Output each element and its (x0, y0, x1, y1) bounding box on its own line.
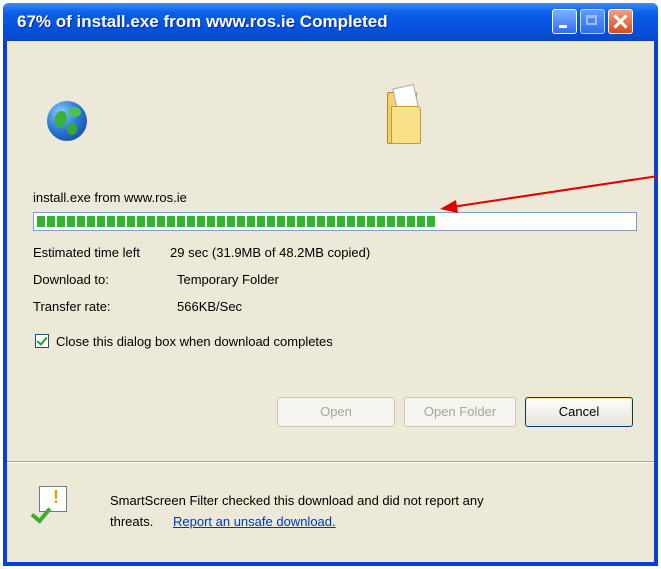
globe-icon (47, 101, 87, 141)
download-dialog-window: 67% of install.exe from www.ros.ie Compl… (3, 3, 658, 566)
title-bar[interactable]: 67% of install.exe from www.ros.ie Compl… (3, 3, 658, 41)
transfer-rate-label: Transfer rate: (33, 299, 111, 314)
download-to-label: Download to: (33, 272, 109, 287)
cancel-button[interactable]: Cancel (525, 397, 633, 427)
smartscreen-shield-icon: ! (30, 484, 69, 524)
open-folder-button: Open Folder (404, 397, 516, 427)
report-unsafe-download-link[interactable]: Report an unsafe download. (173, 514, 336, 529)
transfer-rate-value: 566KB/Sec (177, 299, 243, 314)
folder-icon (387, 84, 421, 144)
download-source-label: install.exe from www.ros.ie (33, 190, 187, 205)
open-button: Open (277, 397, 395, 427)
close-button[interactable] (608, 9, 633, 34)
download-progress-bar (33, 212, 637, 231)
close-on-complete-checkbox[interactable] (35, 334, 49, 348)
dialog-body: install.exe from www.ros.ie Estimated ti… (7, 41, 654, 562)
smartscreen-message: SmartScreen Filter checked this download… (110, 493, 484, 508)
window-title: 67% of install.exe from www.ros.ie Compl… (17, 12, 388, 31)
smartscreen-message-line2: threats. (110, 514, 154, 529)
progress-fill (37, 216, 436, 227)
maximize-button (580, 9, 605, 34)
download-to-value: Temporary Folder (177, 272, 279, 287)
minimize-button[interactable] (552, 9, 577, 34)
close-on-complete-label[interactable]: Close this dialog box when download comp… (56, 334, 333, 349)
estimated-time-label: Estimated time left (33, 245, 140, 260)
estimated-time-value: 29 sec (31.9MB of 48.2MB copied) (170, 245, 371, 260)
